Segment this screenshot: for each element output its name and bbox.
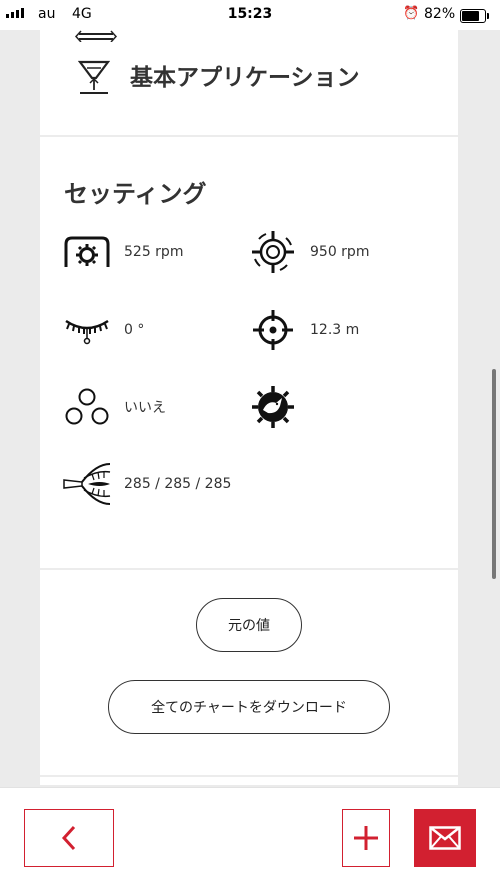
divider	[40, 775, 458, 777]
pto-speed-icon	[62, 230, 112, 274]
setting-deflector	[248, 385, 310, 429]
setting-spread-pattern: 285 / 285 / 285	[62, 462, 231, 506]
alarm-clock-icon: ⏰	[403, 6, 420, 21]
setting-disc-speed: 950 rpm	[248, 230, 369, 274]
disc-speed-value: 950 rpm	[310, 244, 370, 260]
mail-button[interactable]	[414, 809, 476, 867]
scrollbar[interactable]	[492, 369, 496, 579]
chevron-left-icon	[61, 825, 76, 851]
plus-icon	[354, 826, 378, 850]
setting-granules: いいえ	[62, 385, 166, 429]
spread-pattern-icon	[62, 462, 112, 506]
disc-speed-icon	[248, 230, 298, 274]
working-width-value: 12.3 m	[310, 322, 360, 338]
vane-angle-value: 0 °	[124, 322, 145, 338]
divider	[40, 135, 458, 137]
settings-card: 基本アプリケーション セッティング 525 rpm 950 rpm 0 ° 12…	[40, 30, 458, 785]
setting-vane-angle: 0 °	[62, 308, 144, 352]
fertilizer-spreader-icon	[78, 60, 110, 94]
battery-icon	[460, 9, 489, 23]
divider	[40, 568, 458, 570]
bottom-toolbar	[0, 787, 500, 890]
envelope-icon	[429, 826, 461, 850]
setting-pto-speed: 525 rpm	[62, 230, 183, 274]
setting-working-width: 12.3 m	[248, 308, 359, 352]
original-value-button[interactable]: 元の値	[196, 598, 302, 652]
spread-pattern-value: 285 / 285 / 285	[124, 476, 232, 492]
add-button[interactable]	[342, 809, 390, 867]
vane-angle-icon	[62, 308, 112, 352]
granules-value: いいえ	[124, 400, 166, 416]
target-icon	[248, 308, 298, 352]
width-arrows-icon	[75, 30, 117, 42]
status-bar: au 4G 15:23 ⏰ 82%	[0, 0, 500, 30]
back-button[interactable]	[24, 809, 114, 867]
download-all-charts-button[interactable]: 全てのチャートをダウンロード	[108, 680, 390, 734]
pto-speed-value: 525 rpm	[124, 244, 184, 260]
bird-deflector-icon	[248, 385, 298, 429]
settings-heading: セッティング	[64, 180, 207, 208]
granules-icon	[62, 385, 112, 429]
battery-percent: 82%	[424, 6, 456, 22]
application-title: 基本アプリケーション	[130, 65, 360, 91]
